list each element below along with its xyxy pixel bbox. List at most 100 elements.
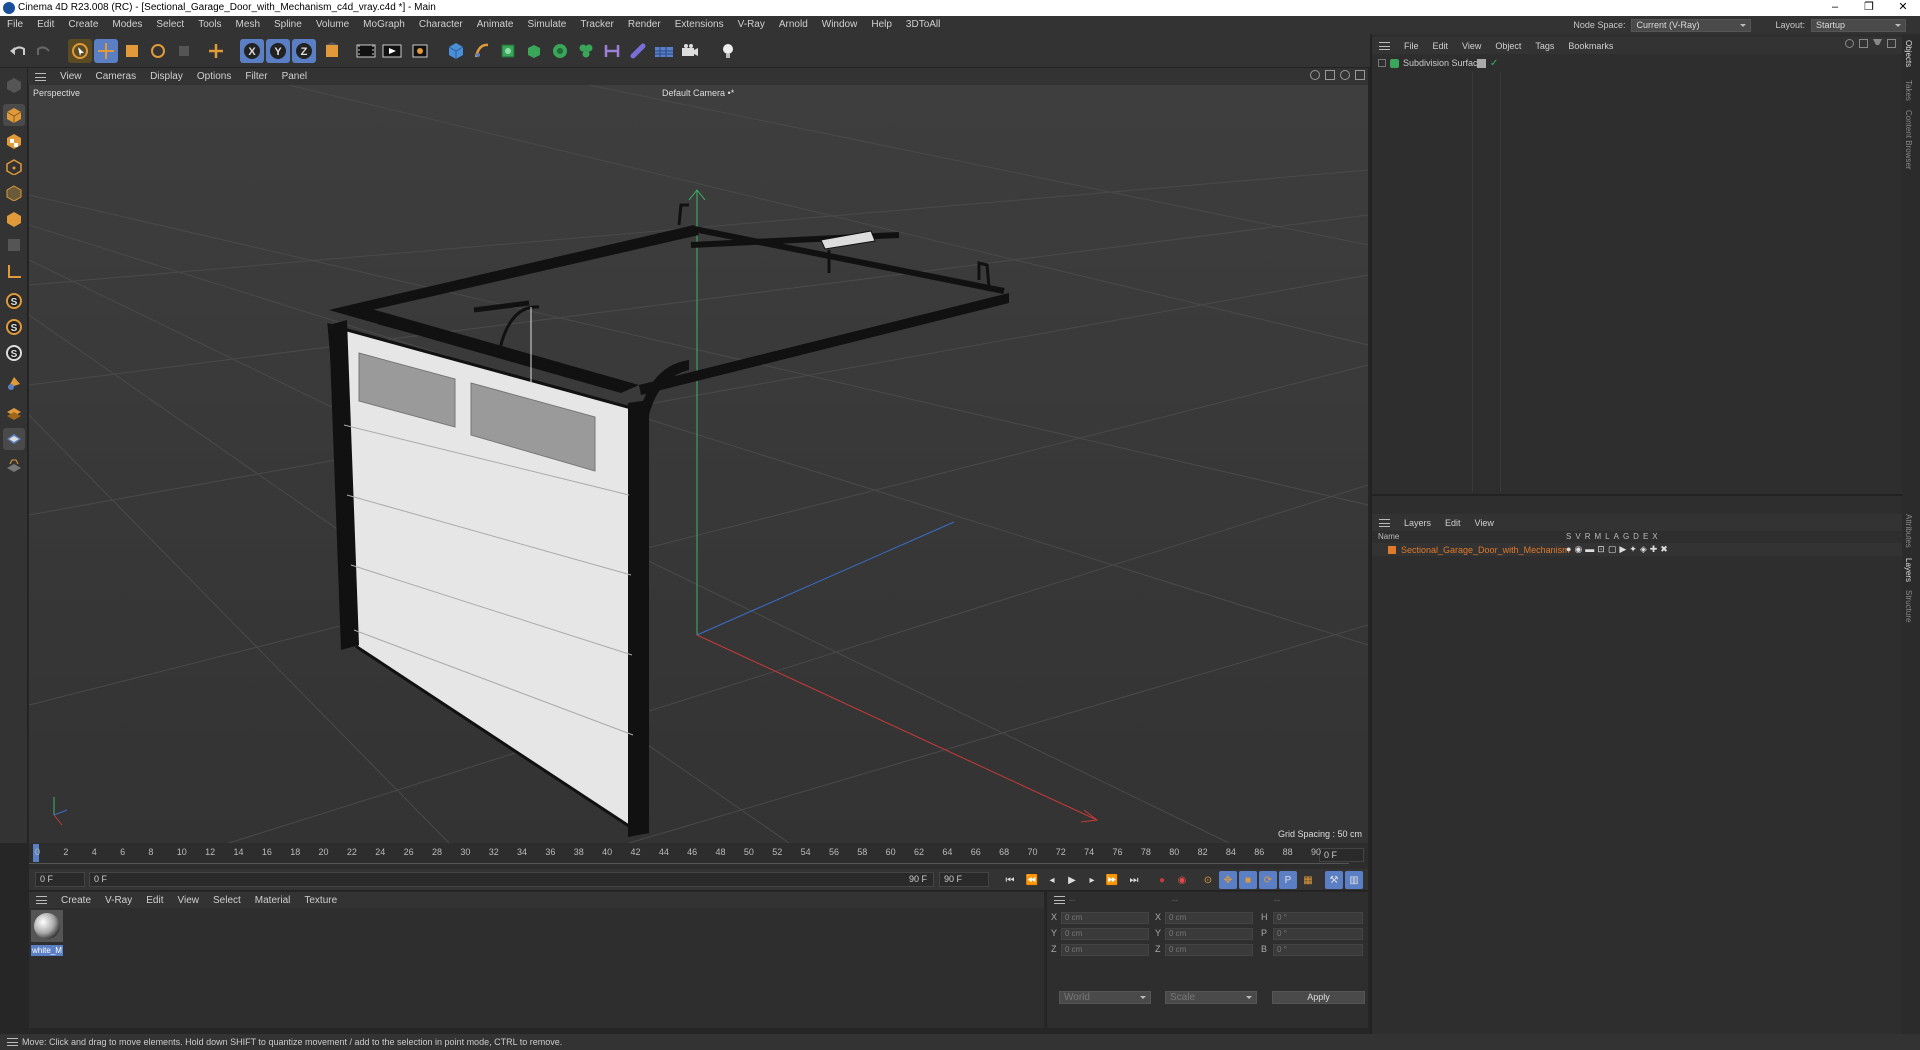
points-mode-icon[interactable] — [3, 156, 25, 178]
material-menu-item-2[interactable]: Edit — [139, 895, 170, 906]
viewport-menu-item-5[interactable]: Panel — [275, 71, 315, 82]
menu-item-11[interactable]: Animate — [470, 16, 521, 34]
menu-item-13[interactable]: Tracker — [573, 16, 621, 34]
move-tool-icon[interactable] — [94, 39, 118, 63]
layer-flag-1[interactable]: V — [1575, 532, 1580, 541]
select-tool-icon[interactable] — [68, 39, 92, 63]
material-menu-item-4[interactable]: Select — [206, 895, 248, 906]
record-icon[interactable]: ● — [1153, 871, 1171, 889]
pen-spline-icon[interactable] — [470, 39, 494, 63]
layer-color-swatch[interactable] — [1388, 545, 1396, 554]
coordinate-mode-dropdown[interactable]: World — [1059, 991, 1151, 1004]
layer-row[interactable]: Sectional_Garage_Door_with_Mechanism ● ◉… — [1372, 543, 1902, 556]
3d-viewport[interactable]: Perspective Default Camera •* Grid Spaci… — [29, 85, 1368, 843]
layer-generators-icon[interactable]: ✦ — [1629, 544, 1637, 555]
layer-name[interactable]: Sectional_Garage_Door_with_Mechanism — [1401, 545, 1570, 555]
layers-menu-item-2[interactable]: View — [1468, 518, 1501, 528]
snap-icon[interactable]: S — [3, 290, 25, 312]
menu-item-18[interactable]: Window — [815, 16, 865, 34]
layers-hamburger-icon[interactable] — [1379, 518, 1390, 527]
layer-expressions-icon[interactable]: ✚ — [1650, 544, 1658, 555]
quantize-icon[interactable]: S — [3, 342, 25, 364]
objects-menu-item-3[interactable]: Object — [1488, 41, 1528, 51]
model-mode-icon[interactable] — [3, 104, 25, 126]
key-pla-icon[interactable]: ▦ — [1299, 871, 1317, 889]
texture-mode-icon[interactable] — [3, 130, 25, 152]
undo-icon[interactable] — [6, 39, 30, 63]
maximize-button[interactable]: ❐ — [1852, 0, 1886, 16]
layer-flag-3[interactable]: M — [1594, 532, 1601, 541]
field-icon[interactable] — [626, 39, 650, 63]
menu-item-5[interactable]: Tools — [191, 16, 228, 34]
environment-icon[interactable] — [652, 39, 676, 63]
menu-item-4[interactable]: Select — [149, 16, 191, 34]
node-space-dropdown[interactable]: Current (V-Ray) — [1631, 18, 1752, 32]
menu-item-2[interactable]: Create — [61, 16, 105, 34]
material-menu-item-0[interactable]: Create — [54, 895, 98, 906]
coord-field[interactable]: 0 ° — [1273, 928, 1363, 940]
viewport-zoom-icon[interactable] — [1325, 70, 1335, 80]
coord-field[interactable]: 0 ° — [1273, 912, 1363, 924]
coord-field[interactable]: 0 cm — [1165, 912, 1253, 924]
viewport-menu-item-2[interactable]: Display — [143, 71, 190, 82]
coord-field[interactable]: 0 cm — [1165, 944, 1253, 956]
frame-range-field[interactable]: 0 F 90 F — [89, 872, 934, 887]
layer-solo-icon[interactable]: ● — [1566, 544, 1571, 555]
menu-item-20[interactable]: 3DToAll — [899, 16, 947, 34]
coord-field[interactable]: 0 cm — [1061, 944, 1149, 956]
layer-animation-icon[interactable]: ▶ — [1619, 544, 1626, 555]
material-menu-item-3[interactable]: View — [170, 895, 206, 906]
coord-field[interactable]: 0 cm — [1061, 912, 1149, 924]
viewport-hamburger-icon[interactable] — [35, 72, 46, 81]
snap-settings-icon[interactable]: S — [3, 316, 25, 338]
render-settings-icon[interactable] — [408, 39, 432, 63]
recent-tool-icon[interactable] — [172, 39, 196, 63]
edges-mode-icon[interactable] — [3, 182, 25, 204]
end-frame-field[interactable]: 90 F — [939, 872, 989, 887]
menu-item-19[interactable]: Help — [864, 16, 899, 34]
apply-button[interactable]: Apply — [1272, 991, 1365, 1004]
start-frame-field[interactable]: 0 F — [35, 872, 85, 887]
layer-flag-0[interactable]: S — [1566, 532, 1571, 541]
previous-key-icon[interactable]: ⏪ — [1023, 871, 1041, 889]
make-editable-icon[interactable] — [3, 74, 25, 96]
key-rotation-icon[interactable]: ⟳ — [1259, 871, 1277, 889]
camera-label[interactable]: Default Camera •* — [662, 88, 734, 98]
coord-field[interactable]: 0 cm — [1165, 928, 1253, 940]
coordinate-system-icon[interactable] — [320, 39, 344, 63]
material-menu-item-6[interactable]: Texture — [297, 895, 344, 906]
layout-dropdown[interactable]: Startup — [1811, 18, 1906, 32]
tab-objects[interactable]: Objects — [1904, 40, 1913, 67]
close-button[interactable]: ✕ — [1886, 0, 1920, 16]
tab-layers[interactable]: Layers — [1904, 558, 1913, 582]
enable-check-icon[interactable]: ✓ — [1490, 58, 1498, 69]
minimize-button[interactable]: – — [1818, 0, 1852, 16]
menu-item-7[interactable]: Spline — [267, 16, 309, 34]
extrude-icon[interactable] — [522, 39, 546, 63]
viewport-toggle-icon[interactable] — [1355, 70, 1365, 80]
menu-item-9[interactable]: MoGraph — [356, 16, 412, 34]
tab-takes[interactable]: Takes — [1904, 80, 1913, 101]
material-swatch[interactable]: white_M — [31, 910, 63, 956]
uv-mode-icon[interactable] — [3, 234, 25, 256]
solo-mode-icon[interactable] — [3, 428, 25, 450]
layer-flag-9[interactable]: X — [1652, 532, 1657, 541]
menu-item-15[interactable]: Extensions — [668, 16, 731, 34]
tab-structure[interactable]: Structure — [1904, 590, 1913, 622]
layer-flag-7[interactable]: D — [1633, 532, 1639, 541]
viewport-menu-item-3[interactable]: Options — [190, 71, 238, 82]
layer-flag-5[interactable]: A — [1614, 532, 1619, 541]
previous-frame-icon[interactable]: ◂ — [1043, 871, 1061, 889]
layer-flag-2[interactable]: R — [1585, 532, 1591, 541]
light-icon[interactable] — [716, 39, 740, 63]
layer-view-icon[interactable]: ◉ — [1574, 544, 1582, 555]
menu-item-17[interactable]: Arnold — [772, 16, 815, 34]
current-frame-field[interactable]: 0 F — [1319, 848, 1364, 862]
add-object-icon[interactable] — [204, 39, 228, 63]
material-menu-item-1[interactable]: V-Ray — [98, 895, 139, 906]
layer-deformers-icon[interactable]: ◈ — [1640, 544, 1647, 555]
status-hamburger-icon[interactable] — [7, 1038, 18, 1046]
expand-icon[interactable] — [1378, 59, 1386, 67]
go-to-start-icon[interactable]: ⏮ — [1001, 871, 1019, 889]
timeline-window-icon[interactable]: ▥ — [1345, 871, 1363, 889]
